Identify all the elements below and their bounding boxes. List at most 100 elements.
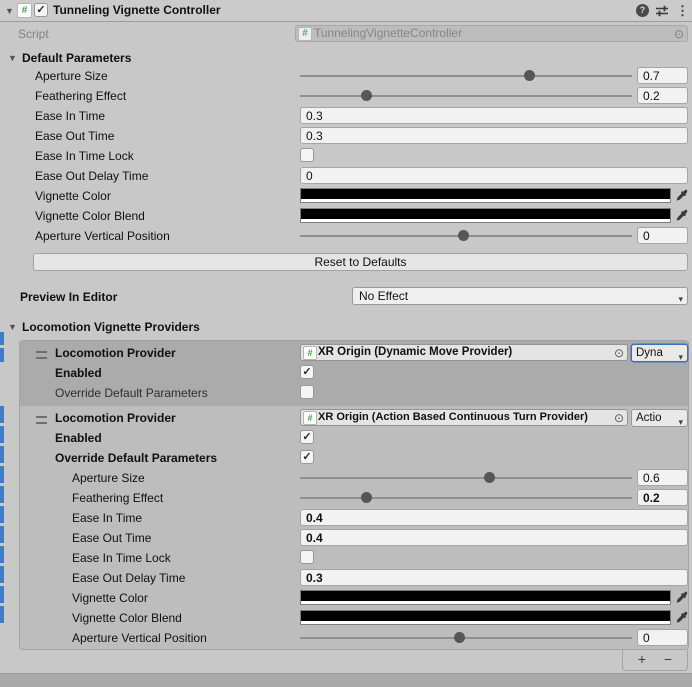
drag-handle-icon[interactable] <box>36 351 47 359</box>
ease-out-delay-time-field[interactable] <box>300 167 688 184</box>
ease-out-time-field[interactable] <box>300 127 688 144</box>
provider-2-override-row: Override Default Parameters ✓ <box>0 448 692 468</box>
alpha-bar <box>301 219 670 222</box>
drag-handle-icon[interactable] <box>36 416 47 424</box>
aperture-size-slider[interactable] <box>300 66 632 86</box>
provider-2-override-checkbox[interactable]: ✓ <box>300 450 314 464</box>
override-indicator <box>0 332 4 345</box>
override-indicator <box>0 546 4 563</box>
object-picker-icon[interactable]: ⊙ <box>614 410 624 426</box>
feathering-effect-label: Feathering Effect <box>35 89 126 103</box>
slider-track <box>300 477 632 479</box>
presets-icon[interactable] <box>655 4 669 18</box>
preview-in-editor-dropdown[interactable]: No Effect ▾ <box>352 287 688 305</box>
eyedropper-icon[interactable] <box>675 208 689 223</box>
eyedropper-icon[interactable] <box>675 610 689 625</box>
provider-1-type-dropdown[interactable]: Dyna ▾ <box>631 344 688 362</box>
component-title: Tunneling Vignette Controller <box>53 3 221 17</box>
row-aperture-size: Aperture Size <box>0 468 692 488</box>
foldout-icon[interactable]: ▼ <box>8 322 17 332</box>
reset-to-defaults-button[interactable]: Reset to Defaults <box>33 253 688 271</box>
chevron-down-icon: ▾ <box>678 349 683 362</box>
eyedropper-icon[interactable] <box>675 590 689 605</box>
csharp-script-icon: # <box>17 3 32 18</box>
component-enabled-checkbox[interactable]: ✓ <box>34 3 48 17</box>
aperture-vertical-position-slider[interactable] <box>300 226 632 246</box>
provider-1-override-checkbox[interactable] <box>300 385 314 399</box>
ease-out-time-label: Ease Out Time <box>72 531 151 545</box>
aperture-size-value-field[interactable] <box>637 67 688 84</box>
ease-out-time-field[interactable] <box>300 529 688 546</box>
ease-out-delay-time-label: Ease Out Delay Time <box>35 169 148 183</box>
inspector-bottom-edge <box>0 673 692 687</box>
dropdown-value: Dyna <box>636 347 663 359</box>
slider-track <box>300 75 632 77</box>
ease-in-time-lock-checkbox[interactable] <box>300 550 314 564</box>
slider-knob[interactable] <box>361 492 372 503</box>
aperture-vertical-position-value-field[interactable] <box>637 227 688 244</box>
alpha-bar <box>301 621 670 624</box>
slider-knob[interactable] <box>458 230 469 241</box>
row-ease-out-time: Ease Out Time <box>0 528 692 548</box>
vignette-color-swatch[interactable] <box>300 590 671 605</box>
aperture-vertical-position-slider[interactable] <box>300 628 632 648</box>
vignette-color-label: Vignette Color <box>35 189 111 203</box>
add-element-button[interactable]: + <box>629 650 655 668</box>
override-indicator <box>0 506 4 523</box>
feathering-effect-slider[interactable] <box>300 86 632 106</box>
csharp-script-icon: # <box>303 411 317 425</box>
foldout-icon[interactable]: ▼ <box>8 53 17 63</box>
row-feathering-effect: Feathering Effect <box>0 488 692 508</box>
vignette-color-blend-swatch[interactable] <box>300 610 671 625</box>
override-default-parameters-label: Override Default Parameters <box>55 386 208 400</box>
aperture-vertical-position-value-field[interactable] <box>637 629 688 646</box>
feathering-effect-slider[interactable] <box>300 488 632 508</box>
provider-1-enabled-checkbox[interactable]: ✓ <box>300 365 314 379</box>
csharp-script-icon: # <box>298 27 312 41</box>
provider-2-object-field[interactable]: # XR Origin (Action Based Continuous Tur… <box>300 409 628 426</box>
aperture-size-value-field[interactable] <box>637 469 688 486</box>
provider-2-type-dropdown[interactable]: Actio ▾ <box>631 409 688 427</box>
section-label: Locomotion Vignette Providers <box>22 320 200 334</box>
aperture-size-slider[interactable] <box>300 468 632 488</box>
list-footer: +− <box>622 650 688 671</box>
ease-in-time-label: Ease In Time <box>72 511 142 525</box>
script-label: Script <box>18 27 49 41</box>
remove-element-button[interactable]: − <box>655 650 681 668</box>
default-parameters-header[interactable]: ▼ Default Parameters <box>0 48 692 68</box>
ease-out-delay-time-field[interactable] <box>300 569 688 586</box>
row-aperture-size: Aperture Size <box>0 66 692 86</box>
override-indicator <box>0 566 4 583</box>
eyedropper-icon[interactable] <box>675 188 689 203</box>
override-indicator <box>0 426 4 443</box>
vignette-color-label: Vignette Color <box>72 591 148 605</box>
vignette-color-blend-swatch[interactable] <box>300 208 671 223</box>
slider-knob[interactable] <box>454 632 465 643</box>
ease-in-time-field[interactable] <box>300 509 688 526</box>
more-menu-icon[interactable]: ⋮ <box>676 4 689 17</box>
provider-1-object-field[interactable]: # XR Origin (Dynamic Move Provider) ⊙ <box>300 344 628 361</box>
aperture-size-label: Aperture Size <box>35 69 108 83</box>
providers-section-header[interactable]: ▼ Locomotion Vignette Providers <box>0 317 692 337</box>
slider-track <box>300 637 632 639</box>
ease-out-delay-time-label: Ease Out Delay Time <box>72 571 185 585</box>
feathering-effect-value-field[interactable] <box>637 489 688 506</box>
slider-knob[interactable] <box>524 70 535 81</box>
provider-2-enabled-checkbox[interactable]: ✓ <box>300 430 314 444</box>
alpha-bar <box>301 601 670 604</box>
help-icon[interactable]: ? <box>636 4 649 17</box>
object-picker-icon[interactable]: ⊙ <box>614 345 624 361</box>
component-foldout-icon[interactable]: ▼ <box>5 6 14 16</box>
override-default-parameters-label: Override Default Parameters <box>55 451 217 465</box>
ease-out-time-label: Ease Out Time <box>35 129 114 143</box>
alpha-bar <box>301 199 670 202</box>
script-row: Script # TunnelingVignetteController ⊙ <box>0 24 692 44</box>
script-object-field: # TunnelingVignetteController ⊙ <box>295 25 688 42</box>
slider-knob[interactable] <box>361 90 372 101</box>
feathering-effect-value-field[interactable] <box>637 87 688 104</box>
slider-knob[interactable] <box>484 472 495 483</box>
vignette-color-swatch[interactable] <box>300 188 671 203</box>
ease-in-time-field[interactable] <box>300 107 688 124</box>
override-indicator <box>0 486 4 503</box>
ease-in-time-lock-checkbox[interactable] <box>300 148 314 162</box>
